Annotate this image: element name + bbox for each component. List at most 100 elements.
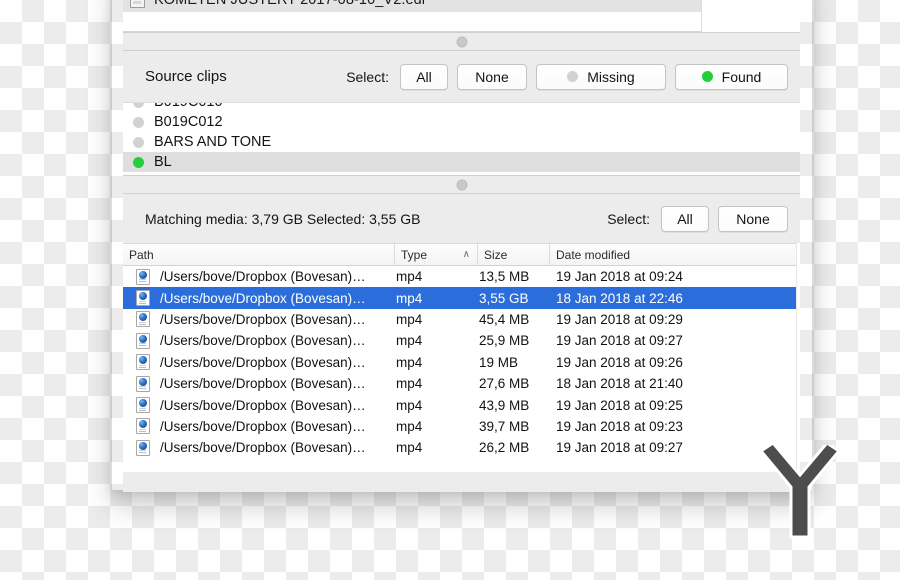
cell-path-text: /Users/bove/Dropbox (Bovesan)… (160, 376, 366, 392)
source-clip-item[interactable]: B019C012 (123, 112, 800, 132)
cell-size: 26,2 MB (479, 440, 530, 456)
column-header-path-label: Path (129, 247, 154, 262)
edl-detail-pane (701, 0, 800, 32)
matching-media-select-label: Select: (607, 210, 650, 227)
source-clip-item[interactable]: BL (123, 152, 800, 172)
table-row[interactable]: /Users/bove/Dropbox (Bovesan)… mp4 19 MB 19… (123, 352, 800, 373)
cell-type: mp4 (396, 440, 423, 456)
edl-list-item[interactable]: KOMETEN JUSTERT 2017-08-10_V2.edl (123, 0, 701, 12)
splitter-grip-handle[interactable] (456, 179, 467, 190)
column-header-path[interactable]: Path (123, 244, 395, 265)
missing-status-dot-icon (133, 136, 144, 148)
edl-file-list[interactable]: KOMETEN JUSTERT 2017-08-10_V3.edl KOMETE… (123, 0, 701, 32)
source-clips-filter-missing-button[interactable]: Missing (536, 63, 666, 90)
cell-date-modified: 19 Jan 2018 at 09:24 (556, 269, 683, 285)
missing-status-dot-icon (133, 116, 144, 128)
cell-date-modified: 19 Jan 2018 at 09:27 (556, 333, 683, 349)
cell-type: mp4 (396, 418, 423, 434)
table-row[interactable]: /Users/bove/Dropbox (Bovesan)… mp4 43,9 MB… (123, 394, 800, 415)
cell-size: 39,7 MB (479, 418, 530, 434)
cell-type: mp4 (396, 354, 423, 370)
cell-type: mp4 (396, 290, 423, 306)
edl-document-icon (130, 0, 145, 8)
table-right-gutter (796, 243, 800, 472)
source-clips-toolbar: Source clips Select: All None Missing Fo… (123, 51, 800, 102)
quicktime-file-icon (136, 439, 150, 456)
source-clip-item[interactable]: B019C010 (123, 103, 800, 112)
quicktime-file-icon (136, 332, 150, 349)
quicktime-file-icon (136, 290, 150, 307)
down-arrow-icon (758, 445, 842, 539)
cell-path: /Users/bove/Dropbox (Bovesan)… (123, 290, 395, 307)
cell-type: mp4 (396, 333, 423, 349)
cell-path-text: /Users/bove/Dropbox (Bovesan)… (160, 311, 366, 327)
cell-size: 43,9 MB (479, 397, 530, 413)
cell-path: /Users/bove/Dropbox (Bovesan)… (123, 332, 395, 349)
table-row[interactable]: /Users/bove/Dropbox (Bovesan)… mp4 39,7 MB… (123, 416, 800, 437)
splitter-grip-handle[interactable] (456, 36, 467, 47)
splitter-bottom[interactable] (123, 175, 800, 194)
quicktime-file-icon (136, 397, 150, 414)
quicktime-file-icon (136, 354, 150, 371)
cell-path-text: /Users/bove/Dropbox (Bovesan)… (160, 333, 366, 349)
edl-list-item-label: KOMETEN JUSTERT 2017-08-10_V2.edl (154, 0, 425, 8)
cell-size: 19 MB (479, 354, 519, 370)
source-clips-select-label: Select: (346, 68, 389, 85)
table-row[interactable]: /Users/bove/Dropbox (Bovesan)… mp4 13,5 MB… (123, 266, 800, 287)
quicktime-file-icon (136, 268, 150, 285)
source-clips-select-all-button[interactable]: All (400, 63, 448, 90)
source-clip-item[interactable]: BARS AND TONE (123, 132, 800, 152)
cell-date-modified: 18 Jan 2018 at 21:40 (556, 376, 683, 392)
cell-type: mp4 (396, 311, 423, 327)
cell-path-text: /Users/bove/Dropbox (Bovesan)… (160, 269, 366, 285)
table-body[interactable]: /Users/bove/Dropbox (Bovesan)… mp4 13,5 MB… (123, 266, 800, 459)
found-status-dot-icon (701, 71, 713, 82)
quicktime-file-icon (136, 375, 150, 392)
cell-size: 27,6 MB (479, 376, 530, 392)
table-row[interactable]: /Users/bove/Dropbox (Bovesan)… mp4 3,55 GB… (123, 287, 800, 309)
cell-path-text: /Users/bove/Dropbox (Bovesan)… (160, 354, 366, 370)
cell-date-modified: 19 Jan 2018 at 09:25 (556, 397, 683, 413)
cell-path: /Users/bove/Dropbox (Bovesan)… (123, 311, 395, 328)
table-row[interactable]: /Users/bove/Dropbox (Bovesan)… mp4 45,4 MB… (123, 309, 800, 330)
cell-path: /Users/bove/Dropbox (Bovesan)… (123, 418, 395, 435)
column-header-date-label: Date modified (556, 247, 631, 262)
cell-date-modified: 19 Jan 2018 at 09:26 (556, 354, 683, 370)
cell-path-text: /Users/bove/Dropbox (Bovesan)… (160, 397, 366, 413)
column-header-type[interactable]: Type ∧ (395, 244, 478, 265)
table-header-row: Path Type ∧ Size Date modified (123, 243, 800, 266)
table-row[interactable]: /Users/bove/Dropbox (Bovesan)… mp4 26,2 MB… (123, 437, 800, 458)
source-clip-name: B019C012 (154, 114, 223, 130)
media-results-table[interactable]: Path Type ∧ Size Date modified /Users/bo… (123, 243, 800, 472)
missing-status-dot-icon (133, 103, 144, 108)
splitter-top[interactable] (123, 32, 800, 51)
column-header-date-modified[interactable]: Date modified (550, 244, 795, 265)
sort-ascending-caret-icon: ∧ (462, 248, 470, 260)
table-row[interactable]: /Users/bove/Dropbox (Bovesan)… mp4 25,9 MB… (123, 330, 800, 351)
cell-size: 3,55 GB (479, 290, 529, 306)
cell-path-text: /Users/bove/Dropbox (Bovesan)… (160, 440, 366, 456)
cell-date-modified: 19 Jan 2018 at 09:29 (556, 311, 683, 327)
cell-path: /Users/bove/Dropbox (Bovesan)… (123, 375, 395, 392)
column-header-size[interactable]: Size (478, 244, 550, 265)
matching-media-toolbar: Matching media: 3,79 GB Selected: 3,55 G… (123, 194, 800, 243)
cell-size: 45,4 MB (479, 311, 530, 327)
cell-path: /Users/bove/Dropbox (Bovesan)… (123, 397, 395, 414)
source-clips-filter-found-button[interactable]: Found (675, 63, 788, 90)
source-clips-list[interactable]: B019C010 B019C012 BARS AND TONE BL (123, 102, 800, 175)
cell-size: 13,5 MB (479, 269, 530, 285)
source-clips-found-label: Found (721, 68, 762, 85)
cell-type: mp4 (396, 397, 423, 413)
cell-path: /Users/bove/Dropbox (Bovesan)… (123, 268, 395, 285)
source-clips-select-none-button[interactable]: None (457, 63, 527, 90)
table-row[interactable]: /Users/bove/Dropbox (Bovesan)… mp4 27,6 MB… (123, 373, 800, 394)
matching-media-summary: Matching media: 3,79 GB Selected: 3,55 G… (145, 210, 421, 227)
matching-media-select-none-button[interactable]: None (718, 205, 788, 232)
missing-status-dot-icon (567, 71, 579, 82)
column-header-type-label: Type (401, 247, 428, 262)
quicktime-file-icon (136, 311, 150, 328)
source-clips-missing-label: Missing (587, 68, 635, 85)
found-status-dot-icon (133, 156, 144, 168)
matching-media-select-all-button[interactable]: All (661, 205, 709, 232)
cell-path: /Users/bove/Dropbox (Bovesan)… (123, 354, 395, 371)
